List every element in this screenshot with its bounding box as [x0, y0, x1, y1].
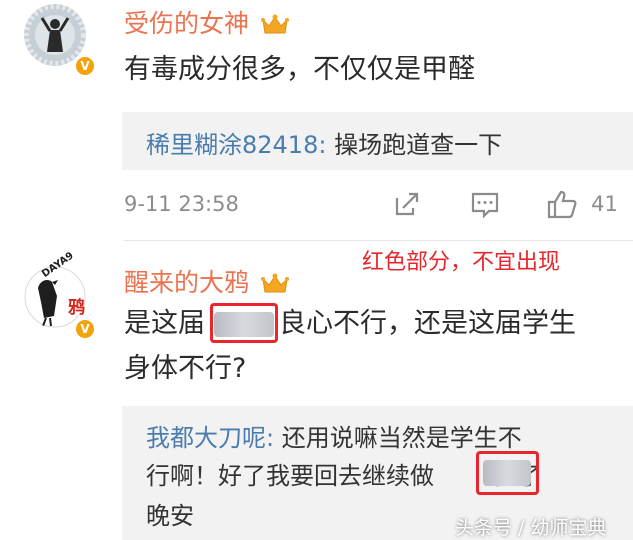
avatar-side-text: 鸦: [68, 298, 85, 318]
watermark: 头条号 / 幼师宝典: [455, 517, 607, 539]
censor-highlight-box: [476, 451, 539, 495]
reply-content: 稀里糊涂82418: 操场跑道查一下: [146, 125, 502, 160]
comment-username-row: 醒来的大鸦: [124, 263, 289, 299]
crown-icon: [260, 273, 289, 293]
reply-text: 操场跑道查一下: [334, 131, 503, 159]
censor-highlight-box: [210, 303, 278, 343]
reply-separator: :: [318, 131, 335, 159]
verified-badge-icon: V: [74, 55, 96, 77]
avatar[interactable]: [24, 4, 86, 66]
like-button[interactable]: 41: [546, 188, 618, 220]
reply-line3: 晚安: [146, 502, 194, 530]
comment-username-row: 受伤的女神: [124, 4, 289, 40]
reply-separator: :: [266, 424, 282, 452]
comment-text-line2: 身体不行?: [124, 353, 247, 384]
annotation-label: 红色部分，不宜出现: [362, 250, 561, 275]
reply-box[interactable]: 稀里糊涂82418: 操场跑道查一下: [122, 112, 633, 170]
comment-text-part: 是这届: [124, 308, 205, 339]
comment-text: 有毒成分很多，不仅仅是甲醛: [124, 54, 475, 85]
thumbs-up-icon: [547, 190, 577, 219]
verified-badge-icon: V: [74, 318, 96, 340]
reply-username[interactable]: 我都大刀呢: [146, 424, 266, 452]
avatar-image: [24, 4, 86, 66]
reply-text-part: 还用说嘛当然是学生不: [281, 424, 522, 452]
comment-icon[interactable]: [470, 190, 500, 220]
reply-line1: 我都大刀呢: 还用说嘛当然是学生不: [146, 418, 522, 453]
divider: [124, 240, 633, 241]
like-count: 41: [591, 192, 618, 216]
username[interactable]: 醒来的大鸦: [124, 268, 249, 297]
username[interactable]: 受伤的女神: [124, 9, 249, 38]
reply-text-part: 行啊！好了我要回去继续做: [146, 462, 434, 490]
reply-username[interactable]: 稀里糊涂82418: [146, 131, 318, 159]
timestamp: 9-11 23:58: [124, 192, 239, 216]
repost-icon[interactable]: [392, 189, 422, 219]
comment-text-part: 良心不行，还是这届学生: [279, 308, 576, 339]
crown-icon: [260, 14, 289, 34]
comment-text-line1: 是这届 良心不行，还是这届学生: [124, 301, 576, 346]
